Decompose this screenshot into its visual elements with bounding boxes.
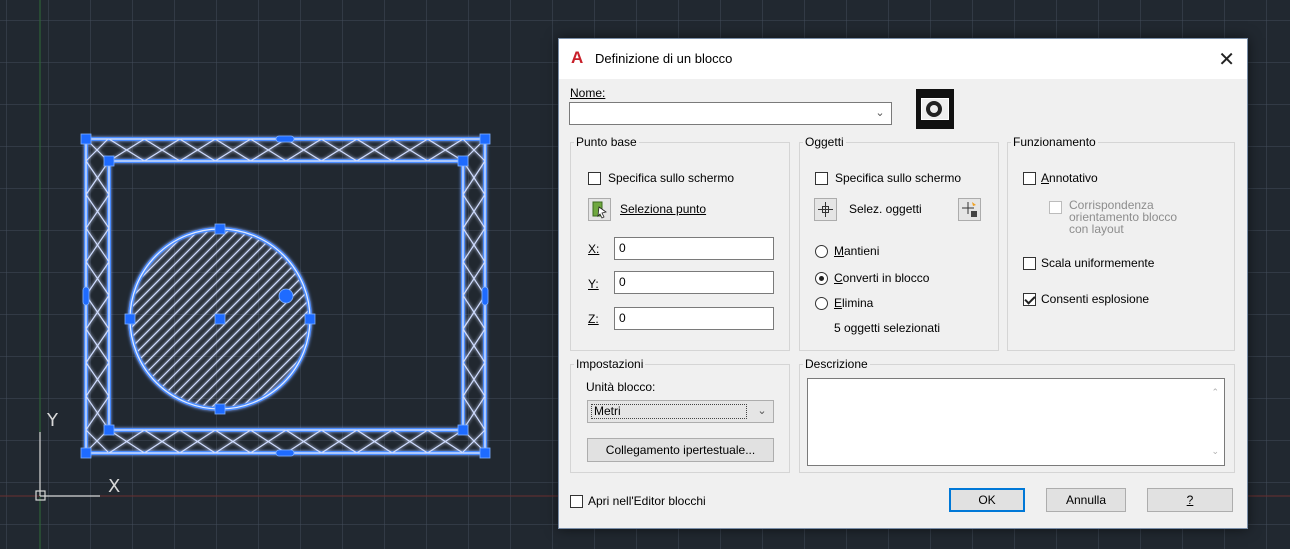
behavior-legend: Funzionamento bbox=[1013, 135, 1096, 149]
crosshair-icon bbox=[818, 202, 833, 217]
name-label: Nome: bbox=[570, 86, 606, 100]
base-point-legend: Punto base bbox=[576, 135, 637, 149]
retain-label: Mantieni bbox=[834, 244, 880, 258]
open-in-editor-label: Apri nell'Editor blocchi bbox=[588, 494, 706, 508]
close-icon[interactable]: ✕ bbox=[1218, 47, 1235, 72]
block-unit-value: Metri bbox=[591, 404, 747, 419]
cancel-button[interactable]: Annulla bbox=[1046, 488, 1126, 512]
dialog-titlebar[interactable]: A Definizione di un blocco ✕ bbox=[559, 39, 1247, 79]
hyperlink-button[interactable]: Collegamento ipertestuale... bbox=[587, 438, 774, 462]
objects-specify-checkbox[interactable] bbox=[815, 172, 828, 185]
ok-button[interactable]: OK bbox=[949, 488, 1025, 512]
behavior-group: Funzionamento bbox=[1007, 135, 1235, 351]
description-textarea[interactable]: ⌃ ⌄ bbox=[807, 378, 1225, 466]
chevron-down-icon: ⌄ bbox=[757, 405, 767, 417]
y-label: Y: bbox=[588, 277, 599, 291]
scroll-down-icon[interactable]: ⌄ bbox=[1211, 446, 1219, 457]
block-unit-label: Unità blocco: bbox=[586, 380, 656, 394]
pick-point-button[interactable] bbox=[588, 198, 611, 221]
ucs-y-label: Y bbox=[47, 410, 58, 431]
convert-to-block-label: Converti in blocco bbox=[834, 271, 930, 285]
delete-label: Elimina bbox=[834, 296, 874, 310]
settings-legend: Impostazioni bbox=[576, 357, 644, 371]
allow-exploding-label: Consenti esplosione bbox=[1041, 292, 1150, 306]
retain-radio[interactable] bbox=[815, 245, 828, 258]
match-orientation-checkbox[interactable] bbox=[1049, 201, 1062, 214]
ucs-icon bbox=[35, 432, 100, 501]
scale-uniformly-checkbox[interactable] bbox=[1023, 257, 1036, 270]
block-preview-icon bbox=[916, 89, 954, 129]
help-button[interactable]: ? bbox=[1147, 488, 1233, 512]
autocad-a-icon: A bbox=[571, 48, 584, 67]
x-input[interactable]: 0 bbox=[614, 237, 774, 260]
allow-exploding-checkbox[interactable] bbox=[1023, 293, 1036, 306]
scroll-up-icon[interactable]: ⌃ bbox=[1211, 387, 1219, 398]
objects-group: Oggetti bbox=[799, 135, 999, 351]
objects-selected-status: 5 oggetti selezionati bbox=[834, 321, 941, 335]
quick-select-icon bbox=[962, 202, 977, 217]
z-input[interactable]: 0 bbox=[614, 307, 774, 330]
base-specify-checkbox[interactable] bbox=[588, 172, 601, 185]
name-combobox[interactable]: ⌄ bbox=[569, 102, 892, 125]
base-specify-label: Specifica sullo schermo bbox=[608, 171, 735, 185]
objects-legend: Oggetti bbox=[805, 135, 844, 149]
hatched-circle[interactable] bbox=[0, 227, 510, 411]
x-label: X: bbox=[588, 242, 600, 256]
scale-uniformly-label: Scala uniformemente bbox=[1041, 256, 1155, 270]
y-input[interactable]: 0 bbox=[614, 271, 774, 294]
select-objects-crosshair-button[interactable] bbox=[814, 198, 837, 221]
open-in-editor-checkbox[interactable] bbox=[570, 495, 583, 508]
match-orientation-label: Corrispondenza orientamento blocco con l… bbox=[1069, 198, 1178, 236]
delete-radio[interactable] bbox=[815, 297, 828, 310]
block-definition-dialog: A Definizione di un blocco ✕ Nome: ⌄ Pun… bbox=[558, 38, 1248, 529]
ucs-x-label: X bbox=[108, 476, 121, 497]
objects-specify-label: Specifica sullo schermo bbox=[835, 171, 962, 185]
convert-to-block-radio[interactable] bbox=[815, 272, 828, 285]
pick-point-label[interactable]: Seleziona punto bbox=[620, 202, 706, 216]
dialog-title: Definizione di un blocco bbox=[595, 51, 733, 66]
annotative-label: Annotativo bbox=[1041, 171, 1098, 185]
quick-select-button[interactable] bbox=[958, 198, 981, 221]
z-label: Z: bbox=[588, 312, 599, 326]
description-legend: Descrizione bbox=[805, 357, 868, 371]
chevron-down-icon: ⌄ bbox=[875, 107, 885, 119]
block-unit-select[interactable]: Metri ⌄ bbox=[587, 400, 774, 423]
select-objects-label: Selez. oggetti bbox=[849, 202, 922, 216]
annotative-checkbox[interactable] bbox=[1023, 172, 1036, 185]
pick-point-icon bbox=[592, 201, 607, 219]
